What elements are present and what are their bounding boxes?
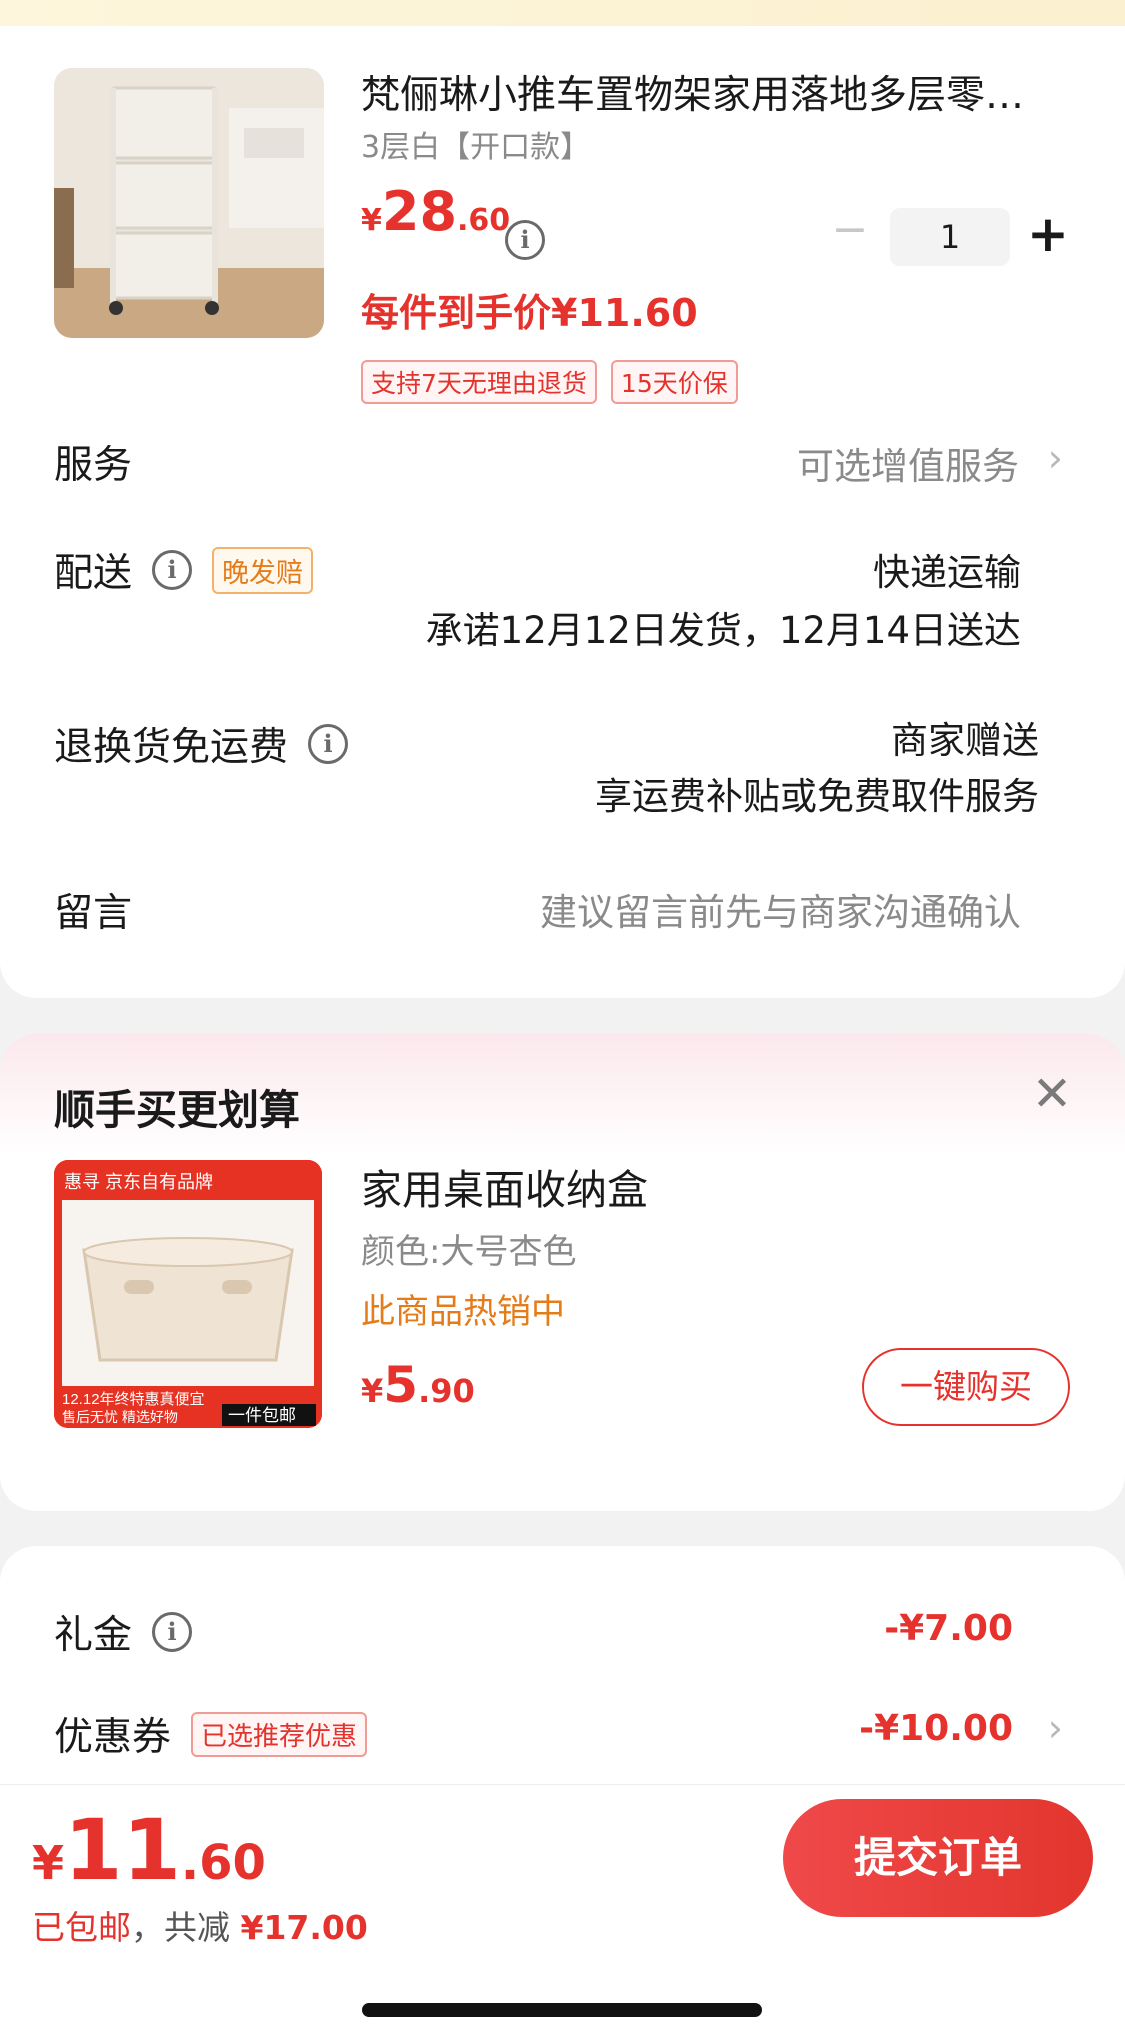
late-ship-badge: 晚发赔 [212, 546, 314, 594]
service-chevron-icon[interactable]: › [1048, 436, 1063, 480]
delivery-label: 配送 i 晚发赔 [54, 542, 314, 598]
upsell-img-sub: 售后无忧 精选好物 [62, 1409, 178, 1425]
service-label: 服务 [54, 443, 133, 488]
upsell-color: 颜色:大号杏色 [361, 1232, 577, 1272]
per-item-price: 每件到手价¥11.60 [361, 291, 698, 335]
coupon-label: 优惠券 已选推荐优惠 [54, 1706, 368, 1762]
one-click-buy-button[interactable]: 一键购买 [862, 1348, 1070, 1426]
price-dec: .60 [457, 203, 511, 238]
quantity-plus-button[interactable]: + [1026, 204, 1070, 264]
total-int: 11 [64, 1801, 181, 1899]
price-int: 28 [381, 180, 458, 243]
top-banner-strip [0, 0, 1125, 26]
close-icon[interactable]: ✕ [1030, 1070, 1074, 1118]
upsell-title: 顺手买更划算 [54, 1086, 300, 1134]
quantity-minus-button[interactable]: − [830, 208, 870, 252]
shipping-free: 已包邮 [32, 1908, 131, 1947]
gift-label: 礼金 i [54, 1604, 193, 1660]
delivery-info-icon[interactable]: i [152, 550, 193, 590]
product-tags: 支持7天无理由退货 15天价保 [361, 360, 738, 404]
delivery-method[interactable]: 快递运输 [873, 542, 1021, 596]
coupon-chevron-icon[interactable]: › [1048, 1706, 1063, 1750]
service-value[interactable]: 可选增值服务 [797, 436, 1019, 490]
saved-label: 共减 [164, 1908, 230, 1947]
upsell-img-brand: 惠寻 京东自有品牌 [64, 1172, 213, 1192]
coupon-value[interactable]: -¥10.00 [859, 1708, 1013, 1749]
total-dec: .60 [180, 1835, 266, 1891]
submit-order-button[interactable]: 提交订单 [783, 1799, 1093, 1917]
return-value-service: 享运费补贴或免费取件服务 [595, 775, 1039, 818]
saved-value: ¥17.00 [240, 1908, 368, 1947]
upsell-price-int: 5 [383, 1356, 419, 1414]
return-value-gift: 商家赠送 [891, 719, 1039, 762]
upsell-product-image[interactable]: 惠寻 京东自有品牌 12.12年终特惠真便宜 售后无忧 精选好物 一件包邮 [54, 1160, 322, 1428]
upsell-hot: 此商品热销中 [361, 1292, 565, 1332]
upsell-card: 顺手买更划算 ✕ 惠寻 京东自有品牌 12.12年终特惠真便宜 售后无忧 精选好… [0, 1034, 1125, 1511]
quantity-input[interactable]: 1 [890, 208, 1010, 266]
gift-info-icon[interactable]: i [152, 1612, 193, 1652]
product-spec: 3层白【开口款】 [361, 130, 591, 165]
return-label: 退换货免运费 i [54, 716, 349, 772]
message-input[interactable]: 建议留言前先与商家沟通确认 [540, 882, 1021, 936]
total-symbol: ¥ [32, 1836, 65, 1890]
delivery-promise: 承诺12月12日发货，12月14日送达 [425, 609, 1021, 652]
total-price: ¥11.60 [32, 1801, 266, 1899]
tag-return: 支持7天无理由退货 [361, 360, 597, 404]
product-price: ¥28.60 [361, 180, 510, 243]
upsell-img-promo: 12.12年终特惠真便宜 [62, 1390, 205, 1408]
coupon-badge: 已选推荐优惠 [191, 1711, 368, 1757]
upsell-name[interactable]: 家用桌面收纳盒 [361, 1156, 648, 1216]
tag-price-protect: 15天价保 [610, 360, 738, 404]
upsell-price-dec: .90 [418, 1372, 475, 1410]
upsell-price-symbol: ¥ [361, 1372, 384, 1410]
gift-value: -¥7.00 [884, 1608, 1013, 1649]
product-card: 梵俪琳小推车置物架家用落地多层零… 3层白【开口款】 ¥28.60 i − 1 … [0, 26, 1125, 998]
price-info-icon[interactable]: i [505, 220, 545, 260]
home-indicator[interactable] [362, 2003, 762, 2017]
product-title[interactable]: 梵俪琳小推车置物架家用落地多层零… [361, 64, 1061, 120]
checkout-bar: ¥11.60 已包邮，共减 ¥17.00 提交订单 [0, 1784, 1125, 2038]
return-info-icon[interactable]: i [308, 724, 349, 764]
upsell-img-ship: 一件包邮 [228, 1406, 296, 1425]
product-image[interactable] [54, 68, 324, 338]
price-symbol: ¥ [361, 203, 382, 238]
summary-sep: ， [131, 1908, 164, 1947]
upsell-price: ¥5.90 [361, 1356, 475, 1414]
total-summary: 已包邮，共减 ¥17.00 [32, 1901, 368, 1949]
message-label: 留言 [54, 891, 133, 936]
